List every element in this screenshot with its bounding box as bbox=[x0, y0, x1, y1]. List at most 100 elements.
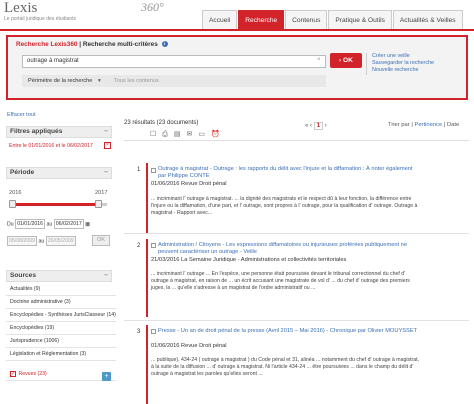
app-header: Lexis 360° Le portail juridique des étudi… bbox=[0, 0, 474, 31]
new-search-link[interactable]: Nouvelle recherche bbox=[372, 67, 434, 74]
header-divider bbox=[0, 29, 474, 31]
date-to-input-2[interactable]: 26/05/2009 bbox=[45, 236, 76, 246]
result-meta: 01/06/2016 Revue Droit pénal bbox=[151, 181, 227, 187]
tab-accueil[interactable]: Accueil bbox=[202, 10, 238, 30]
collapse-icon: − bbox=[104, 169, 108, 176]
source-item[interactable]: Doctrine administrative (3) bbox=[6, 296, 116, 309]
clear-all-filters-link[interactable]: Effacer tout bbox=[7, 112, 36, 118]
collapse-icon: − bbox=[104, 272, 108, 279]
source-revues-label: Revues (23) bbox=[18, 371, 47, 377]
source-item[interactable]: Encyclopédies - Synthèses JurisClasseur … bbox=[6, 309, 116, 322]
next-page-icon[interactable]: › bbox=[325, 123, 327, 129]
create-alert-link[interactable]: Créer une veille bbox=[372, 53, 434, 60]
search-title-simple[interactable]: Recherche Lexis360 bbox=[16, 41, 77, 48]
au-label: au bbox=[46, 221, 53, 228]
source-item[interactable]: Jurisprudence (1006) bbox=[6, 335, 116, 348]
result-checkbox[interactable] bbox=[151, 329, 156, 334]
sort-label: Trier par bbox=[388, 122, 410, 128]
links-divider bbox=[366, 53, 367, 75]
info-icon[interactable]: i bbox=[161, 41, 168, 48]
applied-filter-date: Entre le 01/01/2016 et le 06/02/2017 bbox=[9, 143, 93, 149]
clear-search-icon[interactable]: × bbox=[317, 57, 321, 63]
year-to-label: 2017 bbox=[95, 190, 108, 196]
sort-separator: | bbox=[411, 122, 413, 128]
search-title-multicriteria[interactable]: Recherche multi-critères bbox=[83, 41, 158, 48]
du-label: Du bbox=[7, 221, 14, 228]
remove-filter-icon[interactable]: × bbox=[104, 142, 111, 149]
search-ok-button[interactable]: › OK bbox=[330, 53, 362, 68]
result-number: 1 bbox=[137, 167, 141, 173]
collapse-icon: − bbox=[104, 128, 108, 135]
sort-controls: Trier par | Pertinence | Date bbox=[388, 122, 459, 128]
period-slider-end-handle[interactable] bbox=[94, 200, 102, 208]
applied-filters-header[interactable]: Filtres appliqués − bbox=[6, 126, 112, 138]
tab-actualites-veilles[interactable]: Actualités & Veilles bbox=[392, 10, 463, 30]
title-separator: | bbox=[79, 41, 82, 48]
au-label: au bbox=[38, 238, 45, 245]
search-input[interactable]: outrage à magistrat bbox=[22, 55, 326, 68]
source-item[interactable]: Législation et Réglementation (3) bbox=[6, 348, 116, 361]
period-ok-button[interactable]: OK bbox=[92, 235, 110, 246]
result-number: 2 bbox=[137, 243, 141, 249]
result-title-link[interactable]: Outrage à magistrat - Outrage : les rapp… bbox=[158, 166, 418, 180]
search-panel-title: Recherche Lexis360 | Recherche multi-cri… bbox=[16, 41, 168, 48]
results-divider bbox=[124, 140, 469, 141]
tagline: Le portail juridique des étudiants bbox=[4, 16, 76, 22]
source-item[interactable]: Encyclopédies (19) bbox=[6, 322, 116, 335]
select-all-checkbox-icon[interactable]: ☐ bbox=[150, 131, 162, 138]
date-range-row-2: 05/08/2009 au 26/05/2009 bbox=[7, 236, 76, 246]
logo-text: Lexis bbox=[4, 0, 38, 16]
checkbox-checked-icon[interactable]: ✓ bbox=[10, 370, 16, 377]
ok-label: OK bbox=[343, 57, 353, 64]
period-slider-fill bbox=[12, 203, 98, 206]
result-marker bbox=[146, 325, 148, 404]
date-to-input[interactable]: 06/02/2017 bbox=[53, 219, 84, 229]
search-scope-dropdown[interactable]: Périmètre de la recherche ▾ Tous les con… bbox=[22, 75, 326, 87]
print-icon[interactable]: ⎙ bbox=[162, 131, 174, 138]
pagination: « ‹ 1 › bbox=[305, 122, 327, 130]
period-title: Période bbox=[10, 169, 35, 176]
results-toolbar: ☐⎙▤✉▭⏰ bbox=[150, 130, 226, 139]
sort-date[interactable]: Date bbox=[447, 122, 459, 128]
scope-label: Périmètre de la recherche bbox=[28, 78, 93, 84]
chevron-right-icon: › bbox=[339, 58, 342, 64]
sources-header[interactable]: Sources − bbox=[6, 270, 112, 282]
chevron-down-icon: ▾ bbox=[98, 78, 101, 84]
result-checkbox[interactable] bbox=[151, 168, 156, 173]
folder-icon[interactable]: ▭ bbox=[198, 131, 211, 138]
scope-value: Tous les contenus bbox=[114, 78, 159, 84]
prev-page-icon[interactable]: ‹ bbox=[310, 123, 312, 129]
tab-pratique-outils[interactable]: Pratique & Outils bbox=[328, 10, 392, 30]
email-icon[interactable]: ✉ bbox=[187, 131, 199, 138]
expand-source-button[interactable]: + bbox=[102, 372, 111, 381]
source-item[interactable]: Actualités (9) bbox=[6, 283, 116, 296]
period-header[interactable]: Période − bbox=[6, 167, 112, 179]
save-search-link[interactable]: Sauvegarder la recherche bbox=[372, 60, 434, 67]
date-from-input[interactable]: 01/01/2016 bbox=[15, 219, 46, 229]
result-title-link[interactable]: Presse - Un an de droit pénal de la pres… bbox=[158, 328, 418, 335]
first-page-icon[interactable]: « bbox=[305, 123, 308, 129]
date-range-row: Du 01/01/2016 au 06/02/2017 ▦ bbox=[7, 219, 90, 229]
source-item-revues[interactable]: ✓ Revues (23) bbox=[6, 368, 116, 381]
search-panel: Recherche Lexis360 | Recherche multi-cri… bbox=[6, 35, 468, 100]
main-nav-tabs: Accueil Recherche Contenus Pratique & Ou… bbox=[202, 10, 464, 30]
document-icon[interactable]: ▤ bbox=[174, 131, 187, 138]
lexis360-logo[interactable]: Lexis 360° bbox=[4, 0, 164, 17]
sort-pertinence[interactable]: Pertinence bbox=[414, 122, 442, 128]
current-page[interactable]: 1 bbox=[313, 122, 324, 130]
tab-contenus[interactable]: Contenus bbox=[285, 10, 328, 30]
result-marker bbox=[146, 239, 148, 317]
period-slider-start-handle[interactable] bbox=[9, 200, 16, 208]
result-separator bbox=[124, 233, 469, 234]
tab-recherche[interactable]: Recherche bbox=[238, 10, 285, 30]
year-from-label: 2016 bbox=[9, 190, 22, 196]
calendar-icon[interactable]: ▦ bbox=[85, 221, 90, 227]
result-checkbox[interactable] bbox=[151, 243, 156, 248]
sources-title: Sources bbox=[10, 272, 37, 279]
result-marker bbox=[146, 163, 148, 233]
logo-number: 360° bbox=[141, 0, 164, 14]
result-meta: 01/06/2016 Revue Droit pénal bbox=[151, 343, 227, 349]
result-title-link[interactable]: Administration / Citoyens - Les expressi… bbox=[158, 242, 418, 256]
date-from-input-2[interactable]: 05/08/2009 bbox=[7, 236, 37, 246]
alert-icon[interactable]: ⏰ bbox=[211, 131, 226, 138]
